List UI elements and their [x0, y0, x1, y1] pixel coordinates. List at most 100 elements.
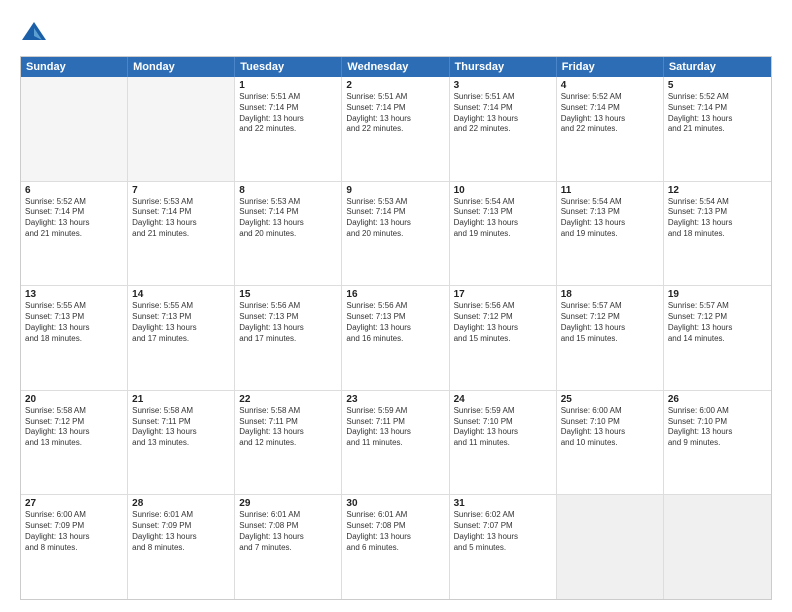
cell-line: Daylight: 13 hours: [668, 218, 767, 229]
cell-line: Sunrise: 5:55 AM: [132, 301, 230, 312]
calendar-cell: 25Sunrise: 6:00 AMSunset: 7:10 PMDayligh…: [557, 391, 664, 495]
cell-line: Daylight: 13 hours: [561, 323, 659, 334]
cell-line: Sunrise: 6:02 AM: [454, 510, 552, 521]
cell-line: Daylight: 13 hours: [25, 532, 123, 543]
calendar-header-cell: Saturday: [664, 57, 771, 77]
cell-line: and 15 minutes.: [454, 334, 552, 345]
calendar-header-cell: Friday: [557, 57, 664, 77]
cell-line: Daylight: 13 hours: [239, 323, 337, 334]
cell-line: Sunrise: 5:56 AM: [346, 301, 444, 312]
day-number: 5: [668, 80, 767, 91]
day-number: 12: [668, 185, 767, 196]
cell-line: and 19 minutes.: [454, 229, 552, 240]
page: SundayMondayTuesdayWednesdayThursdayFrid…: [0, 0, 792, 612]
calendar-cell: 22Sunrise: 5:58 AMSunset: 7:11 PMDayligh…: [235, 391, 342, 495]
cell-line: and 7 minutes.: [239, 543, 337, 554]
cell-line: Daylight: 13 hours: [454, 323, 552, 334]
calendar-cell: 21Sunrise: 5:58 AMSunset: 7:11 PMDayligh…: [128, 391, 235, 495]
cell-line: Daylight: 13 hours: [346, 532, 444, 543]
cell-line: and 22 minutes.: [561, 124, 659, 135]
calendar-cell: 24Sunrise: 5:59 AMSunset: 7:10 PMDayligh…: [450, 391, 557, 495]
day-number: 27: [25, 498, 123, 509]
calendar-cell: 23Sunrise: 5:59 AMSunset: 7:11 PMDayligh…: [342, 391, 449, 495]
day-number: 23: [346, 394, 444, 405]
calendar-cell: 31Sunrise: 6:02 AMSunset: 7:07 PMDayligh…: [450, 495, 557, 599]
cell-line: and 13 minutes.: [132, 438, 230, 449]
cell-line: Sunrise: 5:56 AM: [454, 301, 552, 312]
calendar-cell: [21, 77, 128, 181]
calendar-cell: 17Sunrise: 5:56 AMSunset: 7:12 PMDayligh…: [450, 286, 557, 390]
calendar-header-cell: Monday: [128, 57, 235, 77]
cell-line: Sunrise: 6:00 AM: [668, 406, 767, 417]
cell-line: Sunrise: 5:57 AM: [561, 301, 659, 312]
cell-line: and 10 minutes.: [561, 438, 659, 449]
day-number: 17: [454, 289, 552, 300]
cell-line: Sunset: 7:13 PM: [132, 312, 230, 323]
day-number: 11: [561, 185, 659, 196]
logo: [20, 18, 52, 46]
cell-line: Sunset: 7:14 PM: [25, 207, 123, 218]
cell-line: Sunset: 7:14 PM: [239, 207, 337, 218]
calendar-cell: 26Sunrise: 6:00 AMSunset: 7:10 PMDayligh…: [664, 391, 771, 495]
cell-line: Sunset: 7:13 PM: [561, 207, 659, 218]
logo-icon: [20, 18, 48, 46]
cell-line: and 12 minutes.: [239, 438, 337, 449]
cell-line: Sunrise: 6:00 AM: [561, 406, 659, 417]
calendar-cell: 14Sunrise: 5:55 AMSunset: 7:13 PMDayligh…: [128, 286, 235, 390]
cell-line: Sunrise: 5:56 AM: [239, 301, 337, 312]
cell-line: Sunset: 7:11 PM: [239, 417, 337, 428]
cell-line: Sunrise: 5:54 AM: [454, 197, 552, 208]
cell-line: Sunset: 7:09 PM: [132, 521, 230, 532]
calendar-cell: 1Sunrise: 5:51 AMSunset: 7:14 PMDaylight…: [235, 77, 342, 181]
calendar-cell: 7Sunrise: 5:53 AMSunset: 7:14 PMDaylight…: [128, 182, 235, 286]
cell-line: Sunset: 7:13 PM: [239, 312, 337, 323]
calendar-cell: 19Sunrise: 5:57 AMSunset: 7:12 PMDayligh…: [664, 286, 771, 390]
day-number: 2: [346, 80, 444, 91]
cell-line: Sunset: 7:11 PM: [346, 417, 444, 428]
day-number: 7: [132, 185, 230, 196]
day-number: 22: [239, 394, 337, 405]
calendar-header-cell: Thursday: [450, 57, 557, 77]
cell-line: Sunset: 7:14 PM: [561, 103, 659, 114]
day-number: 21: [132, 394, 230, 405]
calendar: SundayMondayTuesdayWednesdayThursdayFrid…: [20, 56, 772, 600]
calendar-cell: 5Sunrise: 5:52 AMSunset: 7:14 PMDaylight…: [664, 77, 771, 181]
day-number: 26: [668, 394, 767, 405]
cell-line: and 11 minutes.: [346, 438, 444, 449]
cell-line: Sunset: 7:12 PM: [25, 417, 123, 428]
cell-line: and 5 minutes.: [454, 543, 552, 554]
cell-line: and 6 minutes.: [346, 543, 444, 554]
calendar-row: 13Sunrise: 5:55 AMSunset: 7:13 PMDayligh…: [21, 286, 771, 391]
cell-line: Sunrise: 6:00 AM: [25, 510, 123, 521]
cell-line: Daylight: 13 hours: [132, 323, 230, 334]
calendar-cell: 4Sunrise: 5:52 AMSunset: 7:14 PMDaylight…: [557, 77, 664, 181]
cell-line: Daylight: 13 hours: [239, 114, 337, 125]
cell-line: Sunset: 7:12 PM: [668, 312, 767, 323]
cell-line: and 18 minutes.: [668, 229, 767, 240]
day-number: 3: [454, 80, 552, 91]
day-number: 1: [239, 80, 337, 91]
cell-line: Daylight: 13 hours: [346, 114, 444, 125]
calendar-cell: 6Sunrise: 5:52 AMSunset: 7:14 PMDaylight…: [21, 182, 128, 286]
cell-line: Sunset: 7:13 PM: [668, 207, 767, 218]
cell-line: Sunset: 7:08 PM: [239, 521, 337, 532]
cell-line: Sunset: 7:14 PM: [132, 207, 230, 218]
cell-line: and 8 minutes.: [25, 543, 123, 554]
cell-line: Sunrise: 5:59 AM: [454, 406, 552, 417]
cell-line: Sunrise: 5:55 AM: [25, 301, 123, 312]
day-number: 6: [25, 185, 123, 196]
header: [20, 18, 772, 46]
day-number: 18: [561, 289, 659, 300]
calendar-header-cell: Sunday: [21, 57, 128, 77]
cell-line: Daylight: 13 hours: [25, 323, 123, 334]
cell-line: and 9 minutes.: [668, 438, 767, 449]
cell-line: Sunset: 7:12 PM: [454, 312, 552, 323]
cell-line: Daylight: 13 hours: [668, 427, 767, 438]
calendar-cell: [128, 77, 235, 181]
cell-line: Sunrise: 5:58 AM: [132, 406, 230, 417]
cell-line: Sunrise: 5:53 AM: [132, 197, 230, 208]
cell-line: Sunset: 7:11 PM: [132, 417, 230, 428]
cell-line: and 17 minutes.: [239, 334, 337, 345]
calendar-cell: 18Sunrise: 5:57 AMSunset: 7:12 PMDayligh…: [557, 286, 664, 390]
cell-line: Daylight: 13 hours: [132, 427, 230, 438]
